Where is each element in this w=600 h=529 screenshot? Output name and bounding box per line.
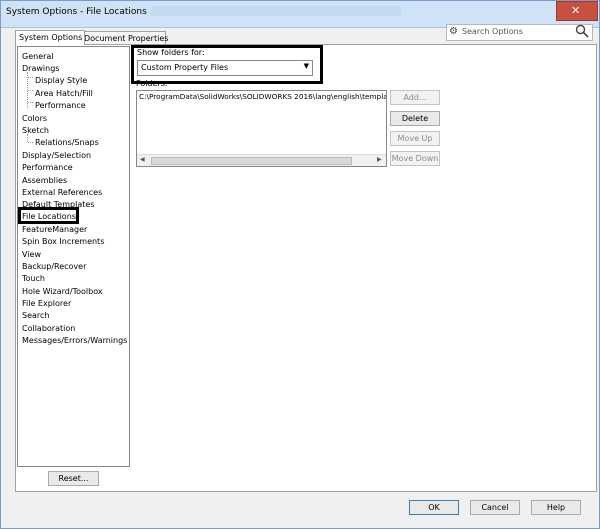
tree-item-performance-drawings[interactable]: Performance	[35, 100, 86, 111]
tree-item-area-hatch-fill[interactable]: Area Hatch/Fill	[35, 88, 93, 99]
folders-list[interactable]: C:\ProgramData\SolidWorks\SOLIDWORKS 201…	[136, 90, 387, 167]
tab-system-options[interactable]: System Options	[15, 30, 85, 45]
tree-item-spin-box-increments[interactable]: Spin Box Increments	[22, 236, 104, 247]
tree-connector	[28, 90, 33, 91]
tree-item-backup-recover[interactable]: Backup/Recover	[22, 261, 86, 272]
tree-item-display-style[interactable]: Display Style	[35, 75, 87, 86]
tree-connector	[28, 102, 33, 103]
file-locations-highlight	[18, 207, 79, 224]
tree-item-search[interactable]: Search	[22, 310, 49, 321]
tree-item-display-selection[interactable]: Display/Selection	[22, 150, 91, 161]
tree-item-colors[interactable]: Colors	[22, 113, 47, 124]
chevron-down-icon: ▼	[303, 62, 309, 70]
tree-item-relations-snaps[interactable]: Relations/Snaps	[35, 137, 99, 148]
folders-horizontal-scrollbar[interactable]: ◀ ▶	[137, 154, 386, 166]
tab-label: Document Properties	[84, 34, 169, 43]
tree-item-external-references[interactable]: External References	[22, 187, 102, 198]
tree-item-performance[interactable]: Performance	[22, 162, 73, 173]
tree-connector	[28, 77, 33, 78]
move-down-button[interactable]: Move Down	[390, 151, 440, 166]
tree-item-messages-errors-warnings[interactable]: Messages/Errors/Warnings	[22, 335, 127, 346]
search-icon[interactable]	[575, 24, 589, 38]
gear-icon[interactable]: ⚙	[449, 26, 458, 38]
tree-connector	[28, 142, 33, 143]
tree-item-collaboration[interactable]: Collaboration	[22, 323, 75, 334]
scroll-thumb[interactable]	[151, 157, 352, 165]
scroll-right-icon[interactable]: ▶	[377, 156, 382, 163]
delete-button[interactable]: Delete	[390, 111, 440, 126]
tree-item-general[interactable]: General	[22, 51, 54, 62]
add-button[interactable]: Add...	[390, 90, 440, 105]
tree-item-drawings[interactable]: Drawings	[22, 63, 59, 74]
ok-button[interactable]: OK	[409, 500, 459, 515]
window-title: System Options - File Locations	[6, 7, 147, 17]
search-input[interactable]: Search Options	[462, 27, 523, 36]
list-item[interactable]: C:\ProgramData\SolidWorks\SOLIDWORKS 201…	[139, 92, 386, 101]
show-folders-label: Show folders for:	[137, 48, 205, 57]
move-up-button[interactable]: Move Up	[390, 131, 440, 146]
folders-label: Folders:	[136, 79, 168, 88]
window-close-button[interactable]: ✕	[556, 1, 598, 21]
cancel-button[interactable]: Cancel	[470, 500, 520, 515]
tree-item-featuremanager[interactable]: FeatureManager	[22, 224, 87, 235]
search-options-box[interactable]: ⚙ Search Options	[446, 24, 593, 41]
tree-item-hole-wizard-toolbox[interactable]: Hole Wizard/Toolbox	[22, 286, 103, 297]
tree-item-view[interactable]: View	[22, 249, 41, 260]
system-options-window: System Options - File Locations ✕ System…	[0, 0, 600, 529]
tree-item-assemblies[interactable]: Assemblies	[22, 175, 67, 186]
close-icon: ✕	[571, 4, 581, 17]
show-folders-value: Custom Property Files	[141, 63, 229, 72]
tree-item-file-explorer[interactable]: File Explorer	[22, 298, 71, 309]
tree-item-touch[interactable]: Touch	[22, 273, 45, 284]
reset-button[interactable]: Reset...	[48, 471, 99, 486]
tab-document-properties[interactable]: Document Properties	[80, 31, 169, 45]
scroll-left-icon[interactable]: ◀	[140, 156, 145, 163]
help-button[interactable]: Help	[531, 500, 581, 515]
tab-label: System Options	[19, 33, 83, 42]
options-tree[interactable]: General Drawings Display Style Area Hatc…	[17, 46, 130, 467]
tree-item-sketch[interactable]: Sketch	[22, 125, 49, 136]
show-folders-dropdown[interactable]: Custom Property Files ▼	[137, 60, 313, 76]
title-bar-background-text	[151, 6, 401, 16]
